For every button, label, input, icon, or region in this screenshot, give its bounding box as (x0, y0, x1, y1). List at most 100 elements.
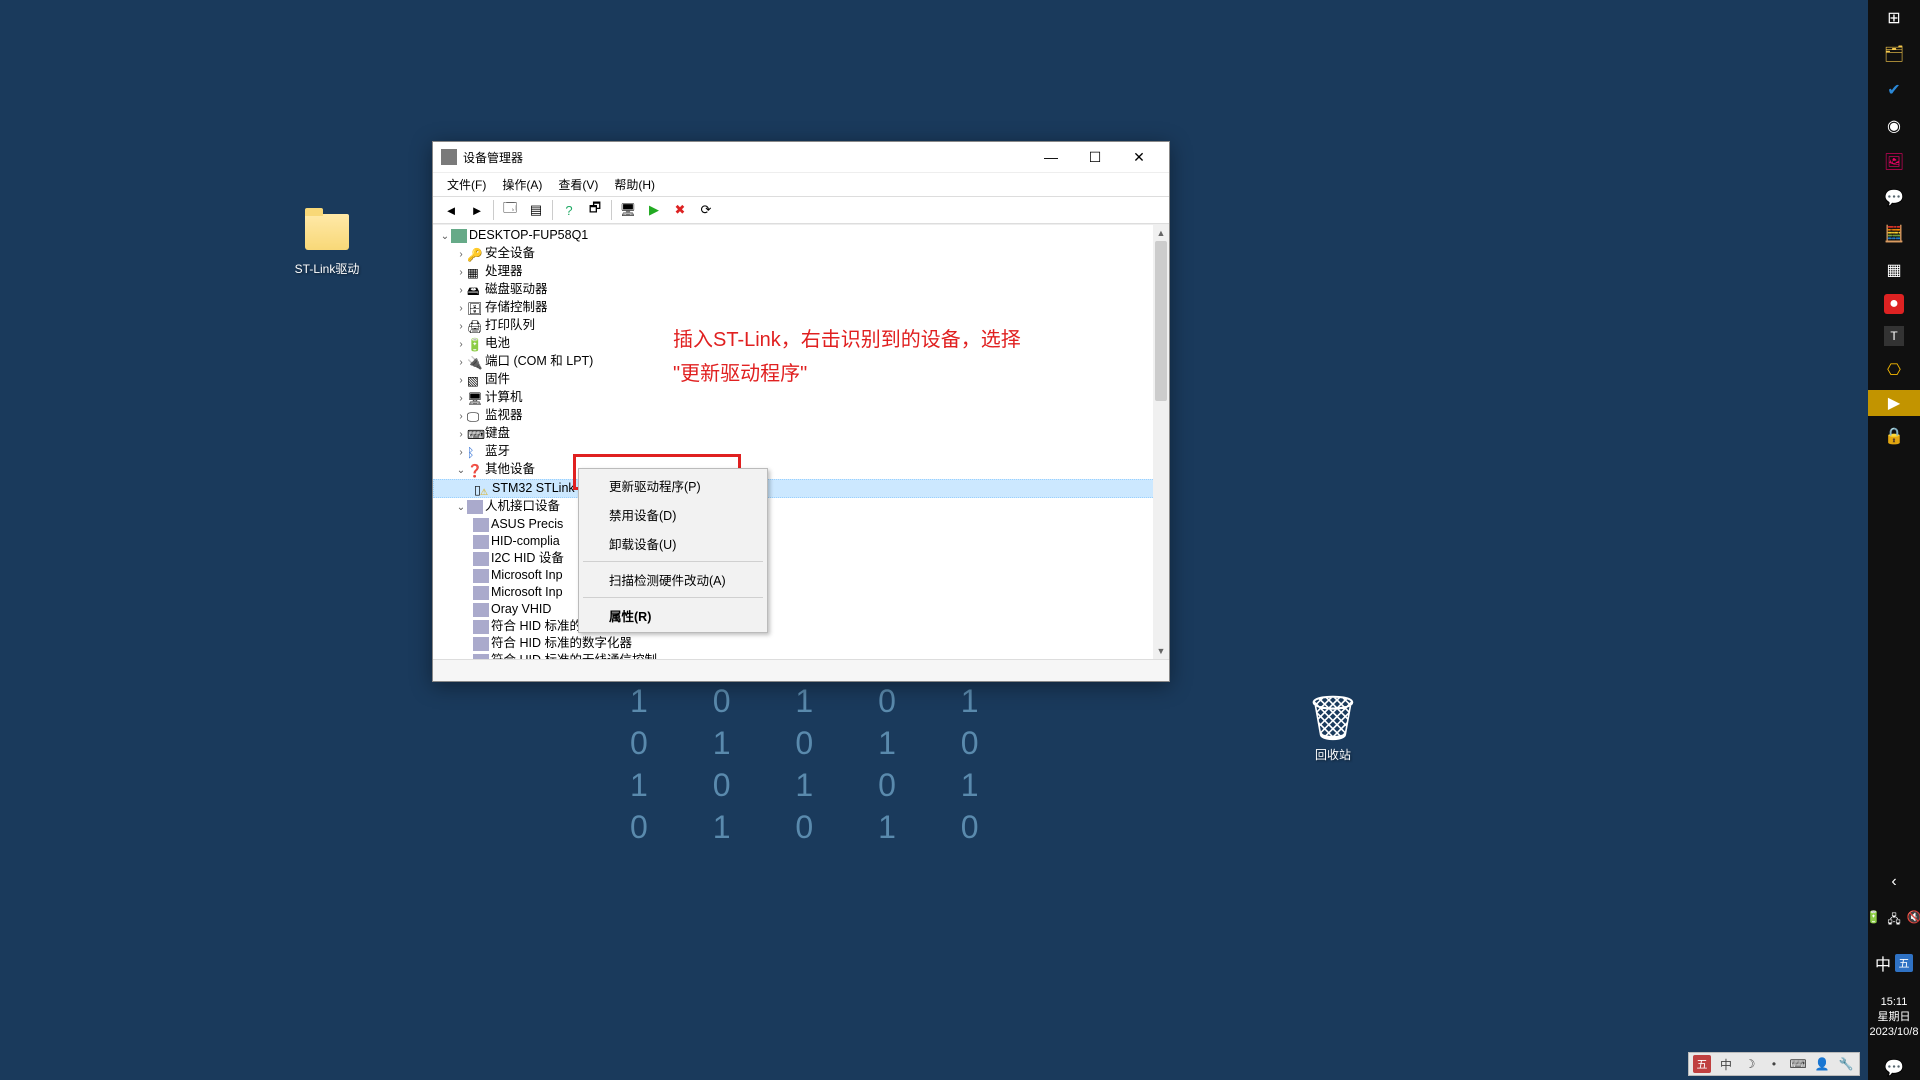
menubar: 文件(F) 操作(A) 查看(V) 帮助(H) (433, 172, 1169, 196)
code-app-icon[interactable]: ⎔ (1882, 358, 1906, 382)
forward-button[interactable]: ► (465, 199, 489, 221)
ime-punct-icon[interactable]: • (1765, 1055, 1783, 1073)
tree-hid-item[interactable]: HID-complia (433, 533, 1169, 550)
device-view-button[interactable]: 🗗 (583, 199, 607, 221)
tree-category[interactable]: ›🔑安全设备 (433, 245, 1169, 263)
notifications-button[interactable]: 💬 (1882, 1056, 1906, 1080)
menu-file[interactable]: 文件(F) (441, 174, 492, 195)
hid-icon (473, 552, 489, 566)
hid-icon (473, 586, 489, 600)
tree-hid-item[interactable]: 符合 HID 标准的无线通信控制 (433, 652, 1169, 659)
ime-zhong[interactable]: 中 (1717, 1055, 1735, 1073)
media-icon[interactable]: ▶ (1868, 390, 1920, 416)
wechat-icon[interactable]: 💬 (1882, 186, 1906, 210)
menu-action[interactable]: 操作(A) (496, 174, 548, 195)
vertical-scrollbar[interactable]: ▲ ▼ (1153, 225, 1169, 659)
tree-category[interactable]: ›▦处理器 (433, 263, 1169, 281)
tree-category[interactable]: ›🖴磁盘驱动器 (433, 281, 1169, 299)
chrome-icon[interactable]: ◉ (1882, 114, 1906, 138)
tree-hid[interactable]: ⌄人机接口设备 (433, 498, 1169, 516)
network-icon[interactable]: 🖧 (1887, 910, 1900, 931)
tree-root[interactable]: ⌄DESKTOP-FUP58Q1 (433, 227, 1169, 245)
device-icon: ᛒ (467, 445, 483, 459)
tree-category[interactable]: ›⌨键盘 (433, 425, 1169, 443)
record-icon[interactable]: ● (1884, 294, 1904, 314)
scroll-thumb[interactable] (1155, 241, 1167, 401)
tree-hid-item[interactable]: Microsoft Inp (433, 584, 1169, 601)
battery-icon[interactable]: 🔋 (1866, 910, 1881, 931)
computer-icon (451, 229, 467, 243)
text-app-icon[interactable]: T (1884, 326, 1904, 346)
calculator-icon[interactable]: 🧮 (1882, 222, 1906, 246)
ime-keyboard-icon[interactable]: ⌨ (1789, 1055, 1807, 1073)
tree-hid-item[interactable]: ASUS Precis (433, 516, 1169, 533)
help-button[interactable]: ? (557, 199, 581, 221)
window-title: 设备管理器 (463, 149, 1029, 166)
device-icon: 🗄 (467, 301, 483, 315)
statusbar (433, 659, 1169, 681)
menu-scan-hardware[interactable]: 扫描检测硬件改动(A) (581, 565, 765, 594)
clock[interactable]: 15:11 星期日 2023/10/8 (1870, 991, 1919, 1044)
back-button[interactable]: ◄ (439, 199, 463, 221)
scroll-down-button[interactable]: ▼ (1153, 643, 1169, 659)
device-icon: ⌨ (467, 427, 483, 441)
tree-hid-item[interactable]: 符合 HID 标准的数字化器 (433, 635, 1169, 652)
enable-device-button[interactable]: ▶ (642, 199, 666, 221)
menu-help[interactable]: 帮助(H) (608, 174, 661, 195)
hid-icon (473, 569, 489, 583)
desktop-folder-stlink[interactable]: ST-Link驱动 (282, 208, 372, 277)
device-icon: 🖵 (467, 409, 483, 423)
tree-category[interactable]: ›ᛒ蓝牙 (433, 443, 1169, 461)
device-icon: 🖥 (467, 391, 483, 405)
hid-icon (473, 654, 489, 659)
tree-hid-item[interactable]: Oray VHID (433, 601, 1169, 618)
gallery-icon[interactable]: 🖼 (1882, 150, 1906, 174)
context-menu: 更新驱动程序(P) 禁用设备(D) 卸载设备(U) 扫描检测硬件改动(A) 属性… (578, 468, 768, 633)
tree-stm32-stlink[interactable]: ▯STM32 STLink (433, 479, 1169, 498)
tree-category[interactable]: ›🖥计算机 (433, 389, 1169, 407)
todo-app-icon[interactable]: ✔ (1882, 78, 1906, 102)
ime-user-icon[interactable]: 👤 (1813, 1055, 1831, 1073)
ime-indicator[interactable]: 中 五 (1875, 947, 1913, 979)
scan-hardware-button[interactable]: ⟳ (694, 199, 718, 221)
hid-icon (473, 603, 489, 617)
menu-properties[interactable]: 属性(R) (581, 601, 765, 630)
close-button[interactable]: ✕ (1117, 143, 1161, 171)
tree-hid-item[interactable]: I2C HID 设备 (433, 550, 1169, 567)
show-tree-button[interactable]: 🗔 (498, 199, 522, 221)
update-driver-button[interactable]: 🖥 (616, 199, 640, 221)
start-button[interactable]: ⊞ (1882, 6, 1906, 30)
ime-wubi-badge[interactable]: 五 (1693, 1055, 1711, 1073)
ime-moon-icon[interactable]: ☽ (1741, 1055, 1759, 1073)
volume-icon[interactable]: 🔇 (1907, 910, 1920, 931)
menu-update-driver[interactable]: 更新驱动程序(P) (581, 471, 765, 500)
expand-tray-button[interactable]: ‹ (1882, 870, 1906, 894)
ime-toolbar[interactable]: 五 中 ☽ • ⌨ 👤 🔧 (1688, 1052, 1860, 1076)
device-manager-window: 设备管理器 — ☐ ✕ 文件(F) 操作(A) 查看(V) 帮助(H) ◄ ► … (432, 141, 1170, 682)
folder-icon (303, 208, 351, 256)
menu-view[interactable]: 查看(V) (552, 174, 604, 195)
scroll-up-button[interactable]: ▲ (1153, 225, 1169, 241)
minimize-button[interactable]: — (1029, 143, 1073, 171)
system-tray[interactable]: 🔋 🖧 🔇 (1866, 906, 1920, 935)
lock-icon[interactable]: 🔒 (1882, 424, 1906, 448)
wallpaper-binary: 1 0 1 0 1 0 1 0 1 0 1 0 1 0 1 0 1 0 1 0 (630, 680, 1007, 848)
device-tree[interactable]: ⌄DESKTOP-FUP58Q1 ›🔑安全设备 ›▦处理器 ›🖴磁盘驱动器 ›🗄… (433, 225, 1169, 659)
desktop-recycle-bin[interactable]: 🗑 回收站 (1288, 694, 1378, 763)
titlebar[interactable]: 设备管理器 — ☐ ✕ (433, 142, 1169, 172)
clock-weekday: 星期日 (1870, 1010, 1919, 1025)
device-icon: 🔋 (467, 337, 483, 351)
maximize-button[interactable]: ☐ (1073, 143, 1117, 171)
uninstall-button[interactable]: ✖ (668, 199, 692, 221)
tree-hid-item[interactable]: 符合 HID 标准的供应商定义设备 (433, 618, 1169, 635)
file-explorer-icon[interactable]: 🗂 (1882, 42, 1906, 66)
tree-other-devices[interactable]: ⌄❓其他设备 (433, 461, 1169, 479)
menu-disable-device[interactable]: 禁用设备(D) (581, 500, 765, 529)
tree-category[interactable]: ›🖵监视器 (433, 407, 1169, 425)
tree-hid-item[interactable]: Microsoft Inp (433, 567, 1169, 584)
menu-uninstall-device[interactable]: 卸载设备(U) (581, 529, 765, 558)
properties-button[interactable]: ▤ (524, 199, 548, 221)
ime-settings-icon[interactable]: 🔧 (1837, 1055, 1855, 1073)
qr-icon[interactable]: ▦ (1882, 258, 1906, 282)
tree-category[interactable]: ›🗄存储控制器 (433, 299, 1169, 317)
